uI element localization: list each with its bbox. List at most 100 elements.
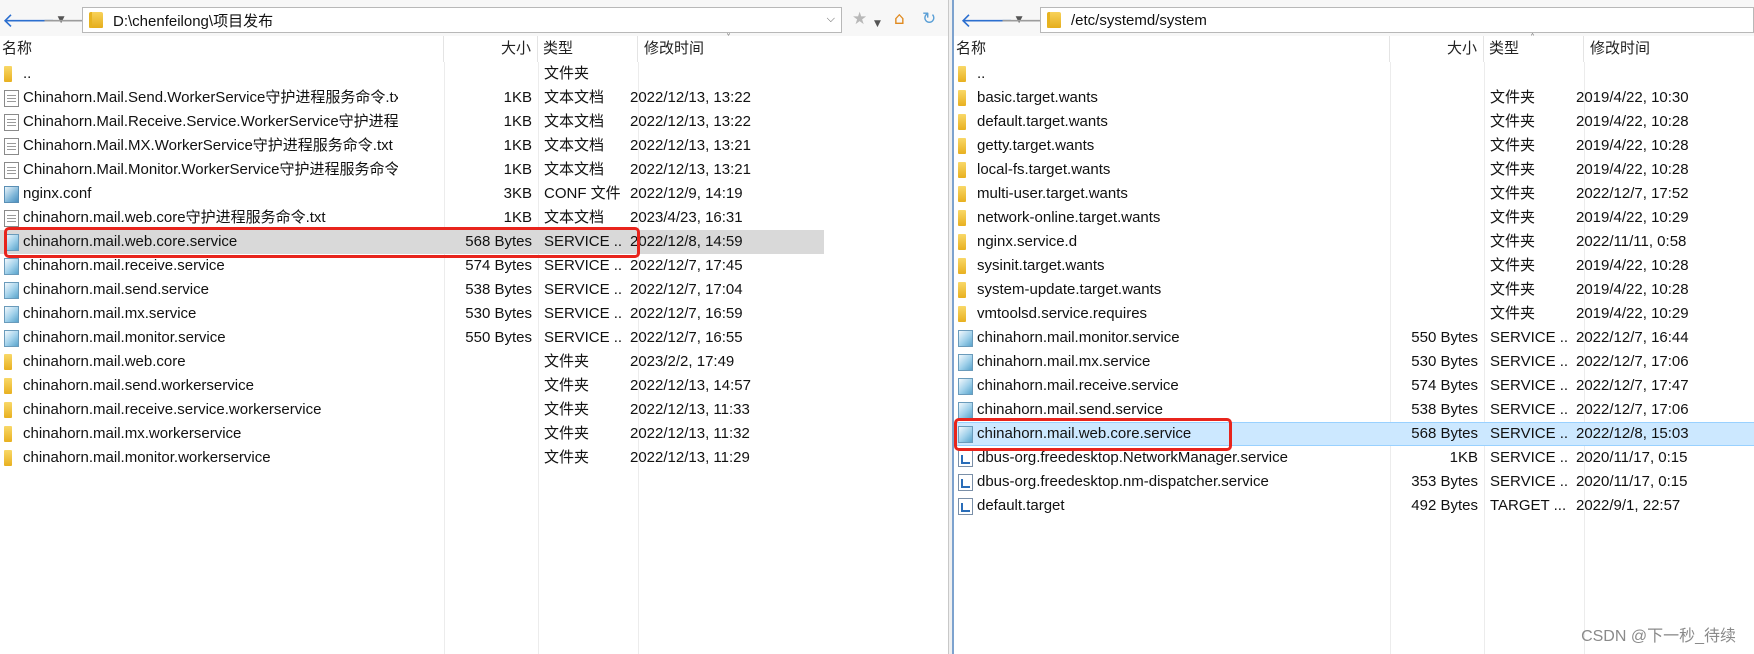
file-type: 文本文档 xyxy=(544,113,605,130)
file-name: chinahorn.mail.monitor.workerservice xyxy=(23,449,271,466)
file-modified: 2022/12/13, 13:21 xyxy=(630,137,751,154)
file-name-cell: multi-user.target.wants xyxy=(954,182,1344,206)
file-row[interactable]: nginx.conf 3KB CONF 文件 2022/12/9, 14:19 xyxy=(0,182,948,206)
file-row[interactable]: chinahorn.mail.mx.workerservice 文件夹 2022/1… xyxy=(0,422,948,446)
refresh-icon[interactable]: ↻ xyxy=(922,9,936,29)
file-row[interactable]: multi-user.target.wants 文件夹 2022/12/7, 17:… xyxy=(954,182,1754,206)
file-row[interactable]: local-fs.target.wants 文件夹 2019/4/22, 10:28 xyxy=(954,158,1754,182)
file-type: 文件夹 xyxy=(1490,113,1536,130)
bookmark-star-icon[interactable]: ★ xyxy=(852,9,867,29)
column-size-header[interactable]: 大小 xyxy=(444,36,538,62)
file-type: 文件夹 xyxy=(1490,89,1536,106)
folder-icon xyxy=(89,12,103,28)
file-row[interactable]: system-update.target.wants 文件夹 2019/4/22, … xyxy=(954,278,1754,302)
file-row[interactable]: network-online.target.wants 文件夹 2019/4/22,… xyxy=(954,206,1754,230)
column-name-header[interactable]: 名称 xyxy=(0,36,444,62)
file-name-cell: .. xyxy=(954,62,1344,86)
file-name-cell: default.target xyxy=(954,494,1344,518)
file-row[interactable]: chinahorn.mail.receive.service 574 Bytes S… xyxy=(954,374,1754,398)
path-dropdown-icon[interactable]: ⌵ xyxy=(827,12,835,26)
file-row[interactable]: Chinahorn.Mail.MX.WorkerService守护进程服务命令.… xyxy=(0,134,948,158)
file-row[interactable]: vmtoolsd.service.requires 文件夹 2019/4/22, 1… xyxy=(954,302,1754,326)
file-modified: 2019/4/22, 10:28 xyxy=(1576,137,1689,154)
file-type: 文件夹 xyxy=(544,425,590,442)
home-icon[interactable]: ⌂ xyxy=(894,9,905,29)
file-row[interactable]: Chinahorn.Mail.Send.WorkerService守护进程服务命… xyxy=(0,86,948,110)
file-modified: 2019/4/22, 10:29 xyxy=(1576,305,1689,322)
file-size: 538 Bytes xyxy=(465,281,532,298)
file-modified: 2022/12/7, 17:06 xyxy=(1576,353,1689,370)
file-row[interactable]: dbus-org.freedesktop.nm-dispatcher.servi… xyxy=(954,470,1754,494)
file-name: default.target xyxy=(977,497,1065,514)
sort-ascending-icon: ˄ xyxy=(1530,33,1535,44)
file-row[interactable]: chinahorn.mail.receive.service.workerser… xyxy=(0,398,948,422)
file-modified: 2022/12/13, 13:21 xyxy=(630,161,751,178)
folder-icon xyxy=(958,138,966,154)
file-name: chinahorn.mail.receive.service xyxy=(977,377,1179,394)
file-type: SERVICE ... xyxy=(1490,425,1568,442)
file-modified: 2022/12/7, 16:59 xyxy=(630,305,743,322)
file-row[interactable]: chinahorn.mail.monitor.service 550 Bytes S… xyxy=(0,326,948,350)
file-row[interactable]: basic.target.wants 文件夹 2019/4/22, 10:30 xyxy=(954,86,1754,110)
service-file-icon xyxy=(958,329,973,347)
file-name-cell: chinahorn.mail.monitor.service xyxy=(954,326,1344,350)
remote-column-header: 名称 大小 类型 ˄ 修改时间 xyxy=(954,33,1754,62)
file-type: TARGET ... xyxy=(1490,497,1567,514)
file-row[interactable]: default.target 492 Bytes TARGET ... 2022/9/… xyxy=(954,494,1754,518)
file-size: 574 Bytes xyxy=(1411,377,1478,394)
file-modified: 2022/12/13, 13:22 xyxy=(630,113,751,130)
folder-icon xyxy=(958,210,966,226)
remote-file-pane: 🡐 ▼ 🡒 ▼ /etc/systemd/system 名称 大小 类型 ˄ 修… xyxy=(954,0,1754,654)
file-row[interactable]: chinahorn.mail.monitor.service 550 Bytes S… xyxy=(954,326,1754,350)
column-date-header[interactable]: 修改时间 xyxy=(1584,36,1754,62)
file-name-cell: chinahorn.mail.receive.service.workerser… xyxy=(0,398,398,422)
file-row[interactable]: getty.target.wants 文件夹 2019/4/22, 10:28 xyxy=(954,134,1754,158)
file-name-cell: chinahorn.mail.receive.service xyxy=(954,374,1344,398)
file-name: vmtoolsd.service.requires xyxy=(977,305,1148,322)
file-modified: 2022/12/7, 16:44 xyxy=(1576,329,1689,346)
column-size-header[interactable]: 大小 xyxy=(1390,36,1484,62)
remote-toolbar: 🡐 ▼ 🡒 ▼ /etc/systemd/system xyxy=(954,0,1754,40)
file-row[interactable]: sysinit.target.wants 文件夹 2019/4/22, 10:28 xyxy=(954,254,1754,278)
file-row[interactable]: chinahorn.mail.monitor.workerservice 文件夹 2… xyxy=(0,446,948,470)
file-name-cell: chinahorn.mail.send.service xyxy=(0,278,398,302)
file-name: chinahorn.mail.send.workerservice xyxy=(23,377,254,394)
file-size xyxy=(1344,278,1484,302)
column-date-header[interactable]: 修改时间 ˅ xyxy=(638,33,824,62)
service-file-icon xyxy=(4,281,19,299)
file-row[interactable]: chinahorn.mail.send.workerservice 文件夹 2022… xyxy=(0,374,948,398)
remote-path-field[interactable]: /etc/systemd/system xyxy=(1040,7,1754,33)
file-name: local-fs.target.wants xyxy=(977,161,1111,178)
file-modified: 2022/12/8, 14:59 xyxy=(630,233,743,250)
file-row[interactable]: chinahorn.mail.mx.service 530 Bytes SERVIC… xyxy=(954,350,1754,374)
folder-icon xyxy=(958,66,966,82)
bookmark-dropdown-icon[interactable]: ▼ xyxy=(874,14,881,34)
file-row[interactable]: nginx.service.d 文件夹 2022/11/11, 0:58 xyxy=(954,230,1754,254)
column-type-header[interactable]: 类型 ˄ xyxy=(1484,33,1584,62)
file-row[interactable]: Chinahorn.Mail.Monitor.WorkerService守护进程… xyxy=(0,158,948,182)
file-modified: 2019/4/22, 10:30 xyxy=(1576,89,1689,106)
file-name-cell: dbus-org.freedesktop.nm-dispatcher.servi… xyxy=(954,470,1344,494)
file-size xyxy=(1344,302,1484,326)
file-name: chinahorn.mail.mx.workerservice xyxy=(23,425,242,442)
column-type-header[interactable]: 类型 xyxy=(538,36,638,62)
column-name-header[interactable]: 名称 xyxy=(954,36,1390,62)
file-row[interactable]: .. xyxy=(954,62,1754,86)
file-row[interactable]: chinahorn.mail.web.core 文件夹 2023/2/2, 17:4… xyxy=(0,350,948,374)
file-name: basic.target.wants xyxy=(977,89,1098,106)
file-size xyxy=(398,398,538,422)
file-row[interactable]: chinahorn.mail.send.service 538 Bytes SERV… xyxy=(0,278,948,302)
file-row[interactable]: Chinahorn.Mail.Receive.Service.WorkerSer… xyxy=(0,110,948,134)
file-modified: 2022/12/13, 11:32 xyxy=(630,425,750,442)
file-modified: 2019/4/22, 10:28 xyxy=(1576,161,1689,178)
highlight-box-local xyxy=(4,227,640,258)
file-type: SERVICE ... xyxy=(544,305,622,322)
file-row[interactable]: default.target.wants 文件夹 2019/4/22, 10:28 xyxy=(954,110,1754,134)
file-row[interactable]: .. 文件夹 xyxy=(0,62,948,86)
file-size: 1KB xyxy=(503,161,532,178)
file-row[interactable]: chinahorn.mail.mx.service 530 Bytes SERVIC… xyxy=(0,302,948,326)
file-modified: 2022/12/13, 11:29 xyxy=(630,449,750,466)
file-name: .. xyxy=(977,65,986,82)
service-file-icon xyxy=(4,305,19,323)
text-file-icon xyxy=(4,113,19,131)
